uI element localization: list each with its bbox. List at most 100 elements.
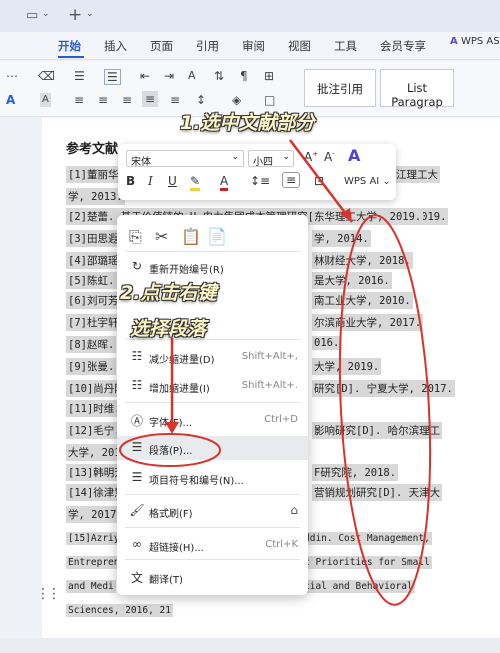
paste-special-icon[interactable]: 📄 — [207, 227, 227, 246]
reference-entry: [8]赵晖. — [66, 336, 117, 353]
tab-insert[interactable]: 插入 — [104, 38, 127, 54]
cut-icon[interactable]: ✂ — [155, 227, 168, 246]
menu-item-shortcut: Ctrl+K — [265, 539, 298, 550]
menu-separator — [125, 494, 300, 495]
align-right-icon[interactable]: ≡ — [122, 93, 132, 107]
references-heading: 参考文献 — [66, 142, 119, 157]
reference-entry-tail: 南工业大学, 2010. — [312, 292, 413, 309]
reference-entry: 学, 2013. — [66, 188, 125, 205]
align-center-icon[interactable]: ≡ — [98, 93, 108, 107]
paste-icon[interactable]: 📋 — [181, 227, 201, 246]
reference-entry-tail: 营销规划研究[D]. 天津大 — [312, 484, 443, 501]
context-menu-item[interactable]: ☰ 项目符号和编号(N)... — [117, 466, 308, 490]
menu-item-label: 超链接(H)... — [149, 543, 204, 554]
wps-ai-logo-icon[interactable]: A — [348, 146, 360, 165]
menu-item-icon: ☰ — [131, 440, 143, 454]
menu-item-icon: 🖌 — [129, 503, 145, 517]
context-menu-item[interactable]: ☷ 减少缩进量(D) Shift+Alt+, — [117, 345, 308, 369]
menu-item-icon: ☰ — [131, 470, 143, 484]
tab-references[interactable]: 引用 — [196, 38, 219, 54]
menu-item-label: 翻译(T) — [149, 575, 183, 586]
menu-item-icon: ∞ — [132, 537, 142, 551]
highlight-icon[interactable]: ✎ — [190, 174, 201, 191]
copy-icon[interactable]: ⎘ — [129, 227, 142, 247]
reference-entry-english: and Medi — [66, 580, 116, 593]
line-spacing-icon[interactable]: ↕≡ — [250, 174, 270, 188]
reference-entry-tail: 尔滨商业大学, 2017. — [312, 314, 424, 331]
style-annotation-ref[interactable]: 批注引用 — [304, 69, 376, 107]
grow-font-icon[interactable]: A+ — [304, 150, 318, 164]
context-menu-item[interactable]: 🖌 格式刷(F) — [117, 499, 308, 523]
align-left-icon[interactable]: ≡ — [74, 93, 84, 107]
increase-indent-icon[interactable]: ⇥ — [164, 69, 174, 83]
context-menu-item[interactable]: ☷ 增加缩进量(I) Shift+Alt+. — [117, 374, 308, 398]
chevron-down-icon: ⌄ — [282, 152, 290, 162]
annotation-step2-right-click: 2.点击右键 — [120, 282, 217, 304]
menu-separator — [125, 527, 300, 528]
shrink-font-icon[interactable]: A- — [324, 150, 335, 164]
active-tab-indicator — [58, 56, 84, 58]
reference-entry: [12]毛宁. — [66, 422, 123, 439]
wps-ai-label: WPS AI — [344, 176, 380, 187]
font-size-select[interactable]: 小四 ⌄ — [248, 150, 294, 168]
tab-list-chevron-icon[interactable]: ⌄ — [86, 9, 94, 19]
border-icon[interactable]: ⊞ — [264, 69, 274, 83]
clear-format-icon[interactable]: ⋯ — [6, 69, 18, 83]
menu-separator — [125, 251, 300, 252]
menu-item-icon: ↻ — [131, 259, 143, 273]
underline-icon[interactable]: U — [168, 174, 177, 188]
align-icon[interactable]: ≡ — [282, 172, 301, 188]
context-menu-item[interactable]: ↻ 重新开始编号(R) — [117, 255, 308, 279]
tab-wps-ai[interactable]: A WPS AS — [450, 36, 500, 47]
distributed-align-icon[interactable]: ≡ — [170, 93, 180, 107]
bold-icon[interactable]: B — [126, 174, 135, 188]
tab-review[interactable]: 审阅 — [242, 38, 265, 54]
context-menu-item[interactable]: Ⓐ 字体(F)... Ctrl+D — [117, 408, 308, 432]
font-color-icon[interactable]: A — [220, 174, 229, 191]
italic-icon[interactable]: I — [148, 174, 153, 188]
decrease-indent-icon[interactable]: ⇤ — [140, 69, 150, 83]
justify-icon[interactable]: ≡ — [142, 91, 159, 107]
bullet-list-icon[interactable]: ☰ — [74, 69, 85, 83]
reference-entry-tail: F研究院, 2018. — [312, 464, 399, 481]
sort-icon[interactable]: ⇅ — [214, 69, 224, 83]
reference-entry-english: ddin. Cost Management, — [302, 532, 432, 545]
context-menu-item[interactable]: ∞ 超链接(H)... Ctrl+K — [117, 533, 308, 557]
window-icon[interactable]: ▭ — [26, 8, 38, 23]
page-gap — [0, 638, 500, 653]
wps-ai-tab-label: WPS AS — [460, 36, 500, 47]
tab-view[interactable]: 视图 — [288, 38, 311, 54]
drag-handle-icon[interactable]: ⋮⋮ — [36, 586, 61, 602]
borders-dropdown-icon[interactable]: □ — [264, 93, 275, 107]
reference-entry-tail: 东华理工大学, 2019. — [312, 208, 424, 225]
menu-item-shortcut: Shift+Alt+. — [241, 380, 298, 391]
chevron-down-icon[interactable]: ⌄ — [42, 9, 50, 19]
menu-item-label: 重新开始编号(R) — [149, 265, 224, 276]
reference-entry: [11]时维. — [66, 400, 123, 417]
paragraph-shading-icon[interactable]: ◈ — [232, 93, 241, 107]
numbered-list-icon[interactable]: ☰ — [104, 69, 121, 85]
font-color-icon[interactable]: A — [6, 93, 15, 107]
title-bar: ▭ ⌄ + ⌄ — [0, 0, 500, 32]
tab-home[interactable]: 开始 — [58, 38, 81, 54]
new-tab-plus-icon[interactable]: + — [68, 5, 82, 25]
format-brush-pin-icon[interactable]: ⌂ — [290, 503, 298, 517]
context-menu: ⎘ ✂ 📋 📄 ↻ 重新开始编号(R) ☷ 减少缩进量(D) Shift+Alt+, ☷ 增… — [117, 215, 308, 595]
chinese-layout-icon[interactable]: A — [188, 69, 196, 83]
eraser-icon[interactable]: ⌫ — [38, 69, 55, 83]
reference-entry-tail: 林财经大学, 2018. — [312, 252, 413, 269]
show-marks-icon[interactable]: ¶ — [240, 69, 248, 83]
tab-tools[interactable]: 工具 — [334, 38, 357, 54]
style-list-paragraph[interactable]: List Paragrap — [380, 69, 454, 109]
line-spacing-icon[interactable]: ↕ — [196, 93, 206, 107]
tab-member[interactable]: 会员专享 — [380, 38, 426, 54]
font-family-select[interactable]: 宋体 ⌄ — [126, 150, 244, 168]
char-shading-icon[interactable]: A — [40, 93, 51, 107]
tab-page[interactable]: 页面 — [150, 38, 173, 54]
menu-item-shortcut: Ctrl+D — [264, 414, 298, 425]
context-menu-item[interactable]: ☰ 段落(P)... — [117, 436, 308, 460]
reference-entry: 学, 2017. — [66, 506, 125, 523]
format-painter-icon[interactable]: ⊡ — [314, 174, 324, 188]
context-menu-item[interactable]: 文翻译(T) — [117, 565, 308, 589]
wps-ai-button[interactable]: WPS AI ⌄ — [344, 176, 391, 187]
